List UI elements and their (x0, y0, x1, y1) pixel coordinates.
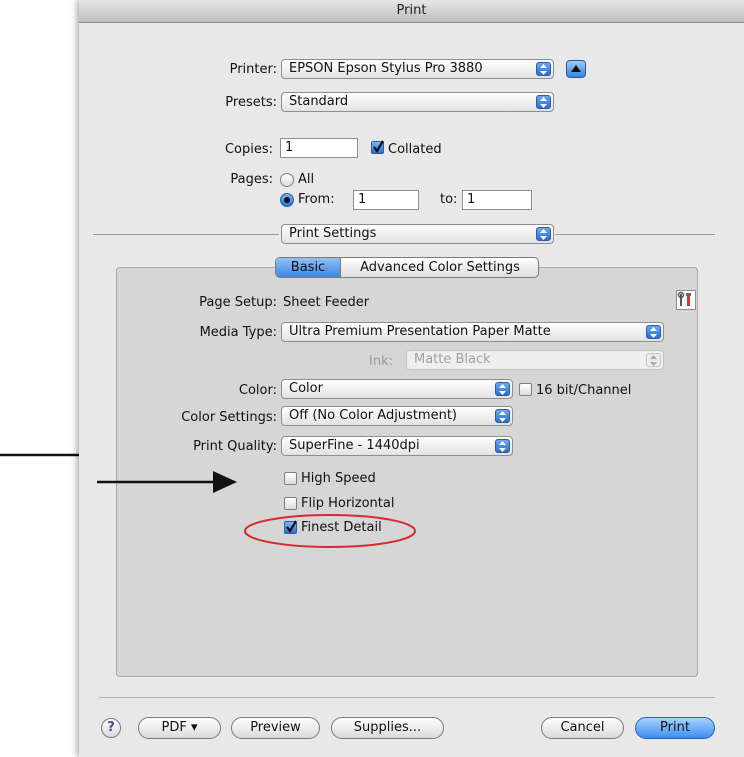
color-settings-value: Off (No Color Adjustment) (289, 408, 457, 423)
popup-arrows-icon (495, 409, 510, 423)
ink-label: Ink: (369, 354, 393, 369)
copies-field[interactable]: 1 (280, 138, 358, 158)
printer-value: EPSON Epson Stylus Pro 3880 (289, 61, 483, 76)
color-label: Color: (238, 383, 277, 398)
annotation-circle (244, 514, 416, 548)
popup-arrows-icon (646, 325, 661, 339)
ink-value: Matte Black (414, 352, 491, 367)
tab-basic[interactable]: Basic (276, 258, 340, 277)
print-quality-label: Print Quality: (193, 439, 277, 454)
media-type-popup[interactable]: Ultra Premium Presentation Paper Matte (281, 322, 664, 342)
pdf-button[interactable]: PDF ▾ (138, 717, 221, 739)
high-speed-label: High Speed (301, 471, 376, 486)
preview-label: Preview (250, 720, 301, 735)
copies-label: Copies: (224, 142, 273, 157)
cancel-button[interactable]: Cancel (541, 717, 624, 739)
section-popup[interactable]: Print Settings (281, 224, 554, 244)
tab-advanced-label: Advanced Color Settings (360, 260, 520, 275)
popup-arrows-icon (495, 382, 510, 396)
tab-advanced-color-settings[interactable]: Advanced Color Settings (340, 258, 538, 277)
tab-basic-label: Basic (290, 260, 326, 275)
color-settings-label: Color Settings: (181, 410, 277, 425)
presets-label: Presets: (225, 95, 277, 110)
help-button[interactable]: ? (101, 718, 121, 738)
popup-arrows-icon (536, 227, 551, 241)
printer-label: Printer: (229, 62, 277, 77)
color-popup[interactable]: Color (281, 379, 513, 399)
popup-arrows-icon (536, 95, 551, 109)
media-type-label: Media Type: (199, 325, 277, 340)
page-setup-value: Sheet Feeder (283, 295, 370, 310)
color-value: Color (289, 381, 323, 396)
pages-from-radio[interactable] (280, 193, 294, 207)
supplies-button[interactable]: Supplies... (331, 717, 444, 739)
high-speed-checkbox[interactable] (284, 472, 297, 485)
pages-to-value: 1 (467, 192, 476, 207)
16-bit-channel-checkbox[interactable] (519, 383, 532, 396)
pages-from-label: From: (298, 192, 335, 207)
color-settings-popup[interactable]: Off (No Color Adjustment) (281, 406, 513, 426)
annotation-arrow-2 (97, 471, 237, 493)
page-setup-label: Page Setup: (199, 295, 277, 310)
print-quality-value: SuperFine - 1440dpi (289, 438, 420, 453)
collated-label: Collated (388, 142, 442, 157)
separator-right (555, 234, 715, 235)
print-quality-popup[interactable]: SuperFine - 1440dpi (281, 436, 513, 456)
pages-from-value: 1 (358, 192, 367, 207)
copies-value: 1 (285, 140, 294, 155)
disclosure-up-icon[interactable] (566, 60, 586, 78)
ink-popup[interactable]: Matte Black (406, 350, 664, 370)
collated-checkbox[interactable] (371, 140, 384, 154)
popup-arrows-icon (536, 62, 551, 76)
cancel-label: Cancel (560, 720, 605, 735)
pages-all-radio[interactable] (280, 173, 294, 187)
section-popup-value: Print Settings (289, 226, 377, 241)
pages-to-label: to: (440, 192, 458, 207)
print-dialog: Print Printer: EPSON Epson Stylus Pro 38… (79, 0, 744, 757)
preview-button[interactable]: Preview (231, 717, 320, 739)
tab-strip: Basic Advanced Color Settings (275, 257, 539, 278)
pages-label: Pages: (230, 172, 273, 187)
pages-to-field[interactable]: 1 (462, 190, 532, 210)
pages-all-label: All (298, 172, 315, 187)
help-label: ? (107, 720, 115, 735)
flip-horizontal-label: Flip Horizontal (301, 496, 395, 511)
window-title: Print (79, 0, 744, 23)
media-type-value: Ultra Premium Presentation Paper Matte (289, 324, 551, 339)
print-button[interactable]: Print (635, 717, 715, 739)
printer-popup[interactable]: EPSON Epson Stylus Pro 3880 (281, 59, 554, 79)
popup-arrows-icon (495, 439, 510, 453)
presets-value: Standard (289, 94, 349, 109)
print-label: Print (660, 720, 690, 735)
supplies-label: Supplies... (353, 720, 422, 735)
pages-from-field[interactable]: 1 (353, 190, 419, 210)
pdf-label: PDF ▾ (161, 720, 198, 735)
separator-left (93, 234, 279, 235)
printer-utility-icon[interactable] (676, 290, 696, 310)
flip-horizontal-checkbox[interactable] (284, 497, 297, 510)
footer-separator (99, 697, 715, 698)
presets-popup[interactable]: Standard (281, 92, 554, 112)
16-bit-channel-label: 16 bit/Channel (536, 383, 632, 398)
popup-arrows-icon (646, 353, 661, 367)
